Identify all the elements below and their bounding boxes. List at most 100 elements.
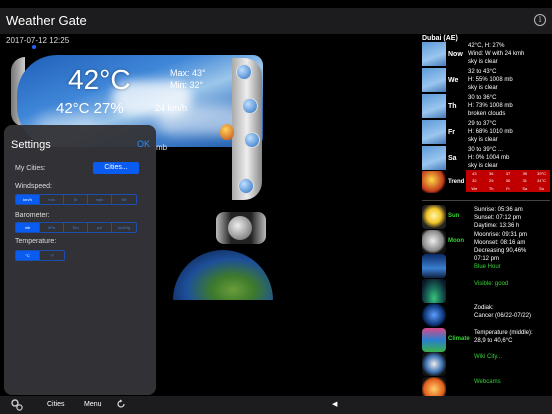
temperature-humidity: 42°C 27% — [56, 100, 124, 117]
info-tag: Climate — [448, 335, 470, 342]
segment-option[interactable]: mph — [88, 195, 112, 204]
trend-cell: Fr — [506, 185, 510, 191]
info-tag: Sun — [448, 213, 460, 219]
forecast-row[interactable]: We 32 to 43°C H: 55% 1008 mb sky is clear — [422, 67, 550, 93]
forecast-row[interactable]: Fr 29 to 37°C H: 68% 1010 mb sky is clear — [422, 119, 550, 145]
info-icon — [422, 303, 446, 327]
weather-sky-icon — [422, 42, 446, 66]
trend-cell: 31°C — [537, 178, 547, 184]
info-icon — [422, 229, 446, 254]
day-selector-wheel[interactable] — [232, 58, 262, 200]
trend-row[interactable]: Trend 43 36 37 39 39°C 32 29 30 31 31°C We Th Fr Sa Su — [422, 170, 550, 196]
segment-option[interactable]: °F — [40, 251, 64, 260]
min-temperature: Min: 32° — [170, 80, 204, 90]
refresh-icon[interactable] — [116, 399, 126, 409]
segment-option[interactable]: inchHg — [112, 223, 136, 232]
wind-speed: 24 km/h — [155, 103, 188, 113]
forecast-details: 32 to 43°C H: 55% 1008 mb sky is clear — [468, 69, 513, 91]
info-row[interactable]: Zodiak: Cancer (06/22-07/22) — [422, 303, 550, 327]
cities-button[interactable]: Cities... — [93, 162, 139, 174]
info-row[interactable]: Climate Temperature (middle): 28,9 to 40,6… — [422, 327, 550, 352]
trend-table: 43 36 37 39 39°C 32 29 30 31 31°C We Th Fr Sa Su — [466, 170, 550, 192]
forecast-details: 29 to 37°C H: 68% 1010 mb sky is clear — [468, 121, 513, 143]
trend-cell: Su — [539, 185, 545, 191]
wheel-bubble[interactable] — [244, 132, 260, 148]
trend-cell: 30 — [505, 178, 511, 184]
windspeed-segmented-control[interactable]: km/h m/s kt mph Bft — [15, 194, 137, 205]
info-icon[interactable]: i — [534, 14, 546, 26]
weather-sky-icon — [422, 120, 446, 144]
segment-option[interactable]: m/s — [40, 195, 64, 204]
info-row[interactable]: Wiki City... — [422, 352, 550, 376]
my-cities-label: My Cities: — [15, 165, 46, 172]
datetime: 2017-07-12 12:25 — [6, 36, 70, 45]
forecast-row[interactable]: Th 30 to 36°C H: 73% 1008 mb broken clouds — [422, 93, 550, 119]
earth-image[interactable] — [173, 250, 273, 300]
trend-cell: 29 — [488, 178, 494, 184]
forecast-day: Now — [448, 51, 463, 58]
info-icon — [422, 254, 446, 278]
trend-cell: 36 — [488, 171, 494, 177]
info-text: Visible: good — [474, 280, 509, 287]
segment-option[interactable]: Torr — [64, 223, 88, 232]
segment-option[interactable]: hPa — [40, 223, 64, 232]
trend-cell: 43 — [472, 171, 477, 177]
info-icon — [422, 278, 446, 303]
weather-sky-icon — [422, 146, 446, 170]
forecast-day: Th — [448, 103, 457, 110]
info-row[interactable]: Visible: good — [422, 278, 550, 303]
info-text: Temperature (middle): 28,9 to 40,6°C — [474, 329, 533, 344]
trend-icon — [422, 171, 446, 193]
info-icon — [422, 327, 446, 352]
page-indicator-dot — [32, 45, 36, 49]
wheel-bubble[interactable] — [242, 98, 258, 114]
settings-panel: Settings OK My Cities: Cities... Windspe… — [4, 125, 156, 395]
trend-label: Trend — [448, 179, 465, 185]
balloon-icon[interactable] — [220, 124, 234, 140]
forecast-row[interactable]: Sa 30 to 39°C ... H: 0% 1004 mb sky is clea… — [422, 145, 550, 171]
trend-cell: 39°C — [537, 171, 547, 177]
segment-option[interactable]: mb — [16, 223, 40, 232]
forecast-row[interactable]: Now 42°C, H: 27% Wind: W with 24 kmh sky is… — [422, 41, 550, 67]
forecast-details: 42°C, H: 27% Wind: W with 24 kmh sky is cl… — [468, 43, 525, 65]
cities-tab[interactable]: Cities — [47, 401, 65, 408]
info-row[interactable]: Sun Sunrise: 05:36 am Sunset: 07:12 pm Dayt… — [422, 205, 550, 229]
trend-cell: Sa — [522, 185, 528, 191]
trend-cell: 39 — [522, 171, 528, 177]
segment-option[interactable]: °C — [16, 251, 40, 260]
forecast-details: 30 to 36°C H: 73% 1008 mb broken clouds — [468, 95, 513, 117]
settings-gear-icon[interactable] — [10, 398, 24, 412]
forecast-details: 30 to 39°C ... H: 0% 1004 mb sky is clear — [468, 147, 510, 169]
info-row[interactable]: 07:12 pm Blue Hour — [422, 254, 550, 278]
info-text: Webcams — [474, 378, 501, 385]
trend-cell: 31 — [522, 178, 528, 184]
info-text: Wiki City... — [474, 354, 502, 360]
forecast-day: Fr — [448, 129, 455, 136]
title-bar: Weather Gate i — [0, 8, 552, 34]
back-arrow-icon[interactable]: ◀ — [332, 400, 337, 408]
wheel-bubble[interactable] — [238, 178, 254, 194]
segment-option[interactable]: km/h — [16, 195, 40, 204]
divider — [422, 200, 550, 201]
info-tag: Moon — [448, 237, 464, 244]
menu-tab[interactable]: Menu — [84, 401, 102, 408]
settings-ok-button[interactable]: OK — [137, 139, 150, 149]
info-text: 07:12 pm Blue Hour — [474, 256, 501, 270]
info-icon — [422, 205, 446, 229]
temperature-segmented-control[interactable]: °C °F — [15, 250, 65, 261]
info-row[interactable]: Moon Moonrise: 09:31 pm Moonset: 08:16 am D… — [422, 229, 550, 254]
windspeed-label: Windspeed: — [15, 183, 52, 190]
trend-cell: Th — [488, 185, 494, 191]
segment-option[interactable]: kt — [64, 195, 88, 204]
moon-icon[interactable] — [228, 216, 252, 240]
info-text: Sunrise: 05:36 am Sunset: 07:12 pm Daytime… — [474, 207, 523, 229]
wheel-bubble[interactable] — [236, 64, 252, 80]
segment-option[interactable]: psi — [88, 223, 112, 232]
barometer-segmented-control[interactable]: mb hPa Torr psi inchHg — [15, 222, 137, 233]
info-text: Moonrise: 09:31 pm Moonset: 08:16 am Decre… — [474, 231, 528, 254]
weather-sky-icon — [422, 68, 446, 92]
trend-cell: 32 — [472, 178, 477, 184]
forecast-day: Sa — [448, 155, 457, 162]
info-icon — [422, 352, 446, 376]
segment-option[interactable]: Bft — [112, 195, 136, 204]
